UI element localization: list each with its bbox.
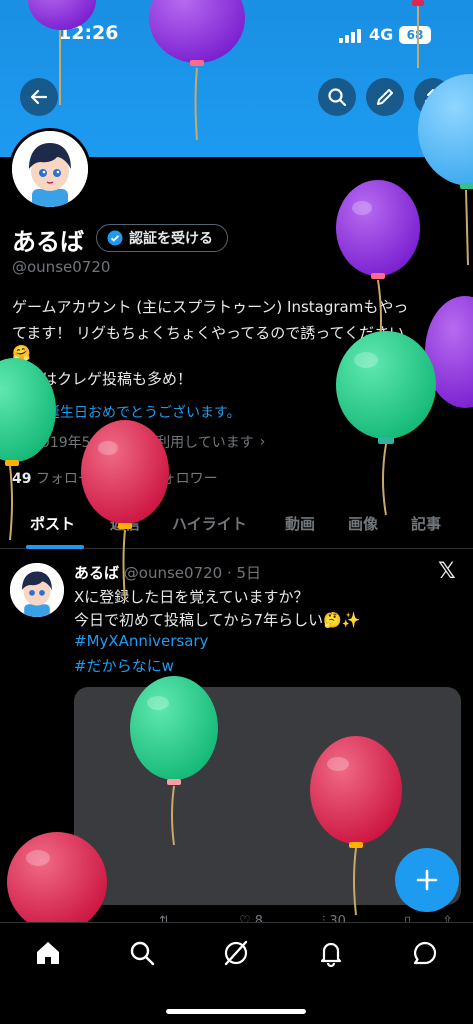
nav-home[interactable] — [32, 937, 64, 969]
share-icon — [425, 89, 441, 105]
avatar-image — [12, 131, 88, 207]
birthday-row: お誕生日おめでとうございます。 — [12, 402, 241, 422]
pencil-icon — [377, 89, 393, 105]
nav-messages[interactable] — [409, 937, 441, 969]
back-arrow-icon — [30, 89, 48, 105]
followers-label: フォロワー — [147, 471, 218, 487]
active-tab-indicator — [26, 545, 84, 549]
messages-icon — [413, 941, 437, 965]
post-text-line: 今日で初めて投稿してから7年らしい🤔✨ — [74, 611, 361, 629]
tab-photos[interactable]: 画像 — [348, 513, 378, 534]
following-link[interactable]: 49 フォロー中 — [12, 471, 106, 487]
bio-line: ゲームアカウント (主にスプラトゥーン) Instagramもやっ — [12, 298, 409, 316]
post-avatar[interactable] — [10, 563, 64, 617]
post-author-name[interactable]: あるば — [74, 564, 119, 582]
home-icon — [37, 942, 59, 964]
followers-count: 33 — [123, 471, 144, 487]
status-bar: 12:26 4G 68 — [0, 0, 473, 70]
back-button[interactable] — [20, 78, 58, 116]
post-header: あるば @ounse0720 · 5日 — [74, 562, 261, 583]
joined-text: 2019年5月からXを利用しています — [32, 435, 254, 451]
x-logo-icon: 𝕏 — [438, 559, 456, 584]
joined-row[interactable]: 2019年5月からXを利用しています › — [12, 432, 265, 452]
profile-handle: @ounse0720 — [12, 258, 111, 276]
get-verified-button[interactable]: 認証を受ける — [96, 224, 228, 252]
verified-badge-icon — [107, 230, 123, 246]
nav-notifications[interactable] — [315, 937, 347, 969]
profile-name: あるば — [12, 228, 84, 256]
battery-icon: 68 — [399, 26, 431, 44]
plus-icon — [416, 869, 438, 891]
bio-line: 最近はクレゲ投稿も多め！ — [12, 370, 193, 388]
tab-replies[interactable]: 返信 — [110, 513, 140, 534]
profile-tabs: ポスト 返信 ハイライト 動画 画像 記事 — [0, 505, 473, 549]
post-meta: @ounse0720 · 5日 — [123, 564, 262, 582]
grok-icon — [224, 940, 248, 966]
hashtag-link[interactable]: #だからなにw — [74, 655, 174, 676]
post-text-line: Xに登録した日を覚えていますか？ — [74, 588, 309, 606]
search-icon — [130, 941, 155, 966]
search-button[interactable] — [318, 78, 356, 116]
nav-search[interactable] — [126, 937, 158, 969]
share-button[interactable] — [414, 78, 452, 116]
profile-avatar[interactable] — [9, 128, 91, 210]
chevron-right-icon: › — [259, 434, 266, 450]
tab-videos[interactable]: 動画 — [285, 513, 315, 534]
status-time: 12:26 — [58, 22, 119, 44]
tab-highlights[interactable]: ハイライト — [172, 513, 247, 534]
calendar-icon — [12, 436, 26, 449]
avatar-image — [10, 563, 64, 617]
compose-button[interactable] — [395, 848, 459, 912]
get-verified-label: 認証を受ける — [129, 231, 213, 247]
signal-icon — [339, 27, 363, 43]
search-icon — [328, 88, 347, 107]
bell-icon — [320, 942, 342, 967]
bio-line: てます！ リグもちょくちょくやってるので誘ってください — [12, 324, 405, 342]
birthday-text: お誕生日おめでとうございます。 — [32, 405, 241, 421]
tab-posts[interactable]: ポスト — [30, 513, 75, 534]
edit-button[interactable] — [366, 78, 404, 116]
following-label: フォロー中 — [35, 471, 106, 487]
network-type: 4G — [369, 25, 394, 44]
hashtag-link[interactable]: #MyXAnniversary — [74, 632, 208, 650]
following-count: 49 — [12, 471, 32, 487]
follow-stats: 49 フォロー中 33 フォロワー — [12, 468, 218, 488]
followers-link[interactable]: 33 フォロワー — [124, 471, 218, 487]
tab-articles[interactable]: 記事 — [411, 513, 441, 534]
nav-grok[interactable] — [220, 937, 252, 969]
location-pin-icon — [13, 404, 25, 420]
home-indicator — [166, 1009, 306, 1014]
profile-bio: ゲームアカウント (主にスプラトゥーン) Instagramもやっ てます！ リ… — [12, 294, 467, 366]
